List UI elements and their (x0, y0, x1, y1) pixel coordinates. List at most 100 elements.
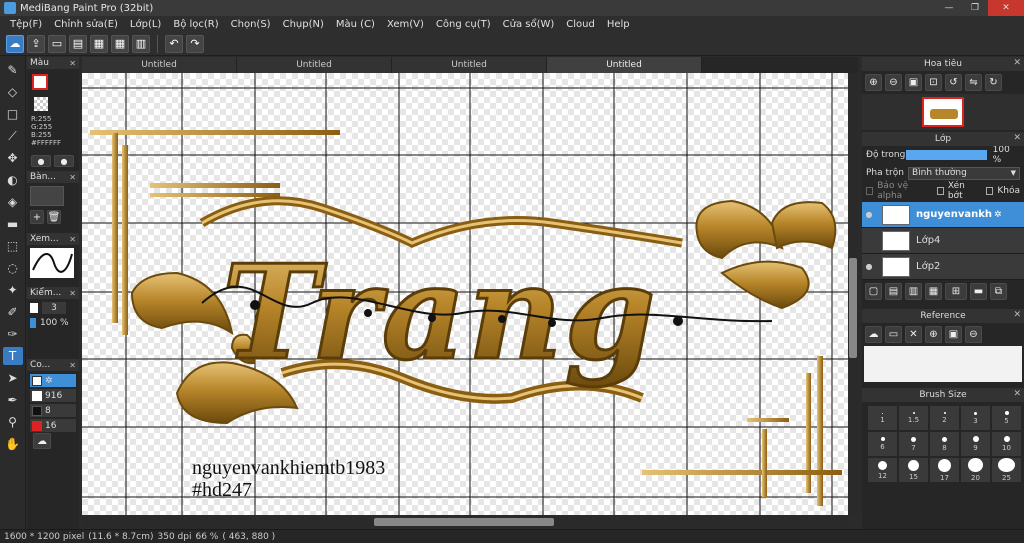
close-button[interactable]: ✕ (988, 0, 1024, 16)
brush-size-option[interactable]: 1 (868, 406, 897, 430)
add-layer-menu-icon[interactable]: ⊞ (945, 283, 967, 300)
horizontal-scroll-thumb[interactable] (374, 518, 554, 526)
cloud-upload-icon[interactable]: ☁ (33, 433, 51, 449)
color-mode-icon[interactable]: ● (31, 155, 51, 167)
zoom-out-icon[interactable]: ⊖ (885, 74, 902, 91)
open-folder-icon[interactable]: ▭ (885, 326, 902, 343)
text-tool-icon[interactable]: T (2, 347, 23, 365)
panel-close-icon[interactable]: ✕ (69, 59, 76, 68)
visibility-icon[interactable]: ● (862, 262, 876, 271)
tab-untitled-1[interactable]: Untitled (82, 57, 237, 73)
lock-checkbox[interactable] (986, 187, 994, 195)
horizontal-scrollbar[interactable] (82, 515, 848, 529)
color-list-swatch[interactable] (32, 405, 42, 416)
blend-select[interactable]: Bình thường ▼ (908, 166, 1020, 180)
brush-size-option[interactable]: 5 (992, 406, 1021, 430)
actual-size-icon[interactable]: ⊡ (925, 74, 942, 91)
menu-color[interactable]: Màu (C) (330, 19, 381, 30)
panel-close-icon[interactable]: ✕ (69, 235, 76, 244)
menu-layer[interactable]: Lớp(L) (124, 19, 167, 30)
undo-icon[interactable]: ↶ (165, 34, 183, 53)
dropper-icon[interactable]: ⚲ (3, 413, 23, 431)
gear-icon[interactable]: ✲ (45, 376, 53, 386)
brush-size-option[interactable]: 7 (899, 432, 928, 456)
menu-tools[interactable]: Công cụ(T) (430, 19, 497, 30)
fill-tool-icon[interactable]: ◐ (3, 171, 23, 189)
hand-tool-icon[interactable]: ✋ (3, 435, 23, 453)
operation-tool-icon[interactable]: ➤ (3, 369, 23, 387)
cloud-icon[interactable]: ☁ (6, 34, 24, 53)
select-eraser-icon[interactable]: ✑ (3, 325, 23, 343)
flip-icon[interactable]: ⇋ (965, 74, 982, 91)
panel-close-icon[interactable]: ✕ (1013, 310, 1021, 320)
brush-size-option[interactable]: 1.5 (899, 406, 928, 430)
rotate-left-icon[interactable]: ↺ (945, 74, 962, 91)
panel-close-icon[interactable]: ✕ (1013, 389, 1021, 399)
brush-size-option[interactable]: 6 (868, 432, 897, 456)
brush-size-option[interactable]: 9 (961, 432, 990, 456)
cloud-icon[interactable]: ☁ (865, 326, 882, 343)
share-icon[interactable]: ⇪ (27, 34, 45, 53)
visibility-icon[interactable]: ● (862, 210, 876, 219)
menu-edit[interactable]: Chỉnh sửa(E) (48, 19, 124, 30)
brush-preview[interactable] (30, 186, 64, 206)
select-tool-icon[interactable]: ⬚ (3, 237, 23, 255)
protect-alpha-checkbox[interactable] (866, 187, 874, 195)
brush-add-icon[interactable]: + (30, 210, 44, 224)
lasso-tool-icon[interactable]: ◌ (3, 259, 23, 277)
document-icon[interactable]: ▦ (90, 34, 108, 53)
rectangle-tool-icon[interactable]: □ (3, 105, 23, 123)
trash-icon[interactable]: 🗑 (47, 210, 61, 224)
gear-icon[interactable]: ✲ (994, 210, 1002, 220)
close-icon[interactable]: ✕ (905, 326, 922, 343)
layout-icon[interactable]: ▥ (132, 34, 150, 53)
restore-button[interactable]: ❐ (962, 0, 988, 16)
brush-size-option[interactable]: 12 (868, 458, 897, 482)
brush-size-option[interactable]: 8 (930, 432, 959, 456)
fit-icon[interactable]: ▣ (945, 326, 962, 343)
tab-untitled-2[interactable]: Untitled (237, 57, 392, 73)
fit-icon[interactable]: ▣ (905, 74, 922, 91)
brush-size-option[interactable]: 10 (992, 432, 1021, 456)
panel-close-icon[interactable]: ✕ (69, 361, 76, 370)
folder-icon[interactable]: ▬ (970, 283, 987, 300)
brush-tool-icon[interactable]: ✎ (3, 61, 23, 79)
panel-close-icon[interactable]: ✕ (69, 289, 76, 298)
eraser-tool-icon[interactable]: ◇ (3, 83, 23, 101)
clipping-checkbox[interactable] (936, 187, 944, 195)
reference-view[interactable] (864, 346, 1022, 382)
duplicate-layer-icon[interactable]: ▦ (925, 283, 942, 300)
menu-help[interactable]: Help (601, 19, 636, 30)
zoom-in-icon[interactable]: ⊕ (925, 326, 942, 343)
tab-untitled-3[interactable]: Untitled (392, 57, 547, 73)
layer-item[interactable]: Lớp4 (862, 228, 1024, 254)
menu-filter[interactable]: Bộ lọc(R) (167, 19, 224, 30)
zoom-out-icon[interactable]: ⊖ (965, 326, 982, 343)
panel-icon[interactable]: ▤ (69, 34, 87, 53)
comment-icon[interactable]: ▭ (48, 34, 66, 53)
layer-item[interactable]: ● Lớp2 (862, 254, 1024, 280)
new-halftone-layer-icon[interactable]: ▥ (905, 283, 922, 300)
menu-window[interactable]: Cửa sổ(W) (497, 19, 561, 30)
menu-select[interactable]: Chọn(S) (225, 19, 277, 30)
menu-cloud[interactable]: Cloud (560, 19, 601, 30)
bucket-tool-icon[interactable]: ◈ (3, 193, 23, 211)
menu-view[interactable]: Xem(V) (381, 19, 430, 30)
drawing-canvas[interactable]: Trang nguyenvankhiemtb1983 #hd247 (82, 73, 848, 515)
layer-item[interactable]: ● nguyenvankh ✲ (862, 202, 1024, 228)
merge-layer-icon[interactable]: ⧉ (990, 283, 1007, 300)
brush-size-option[interactable]: 25 (992, 458, 1021, 482)
menu-file[interactable]: Tệp(F) (4, 19, 48, 30)
zoom-in-icon[interactable]: ⊕ (865, 74, 882, 91)
navigator-preview[interactable] (862, 94, 1024, 130)
new-layer-icon[interactable]: ▢ (865, 283, 882, 300)
menu-snap[interactable]: Chụp(N) (277, 19, 330, 30)
color-list-swatch[interactable] (32, 420, 42, 431)
brush-size-value[interactable]: 3 (42, 302, 66, 314)
redo-icon[interactable]: ↷ (186, 34, 204, 53)
gradient-tool-icon[interactable]: ▬ (3, 215, 23, 233)
new-color-layer-icon[interactable]: ▤ (885, 283, 902, 300)
panel-close-icon[interactable]: ✕ (1013, 133, 1021, 143)
secondary-color-swatch[interactable] (34, 97, 48, 111)
line-tool-icon[interactable]: ⟋ (3, 127, 23, 145)
